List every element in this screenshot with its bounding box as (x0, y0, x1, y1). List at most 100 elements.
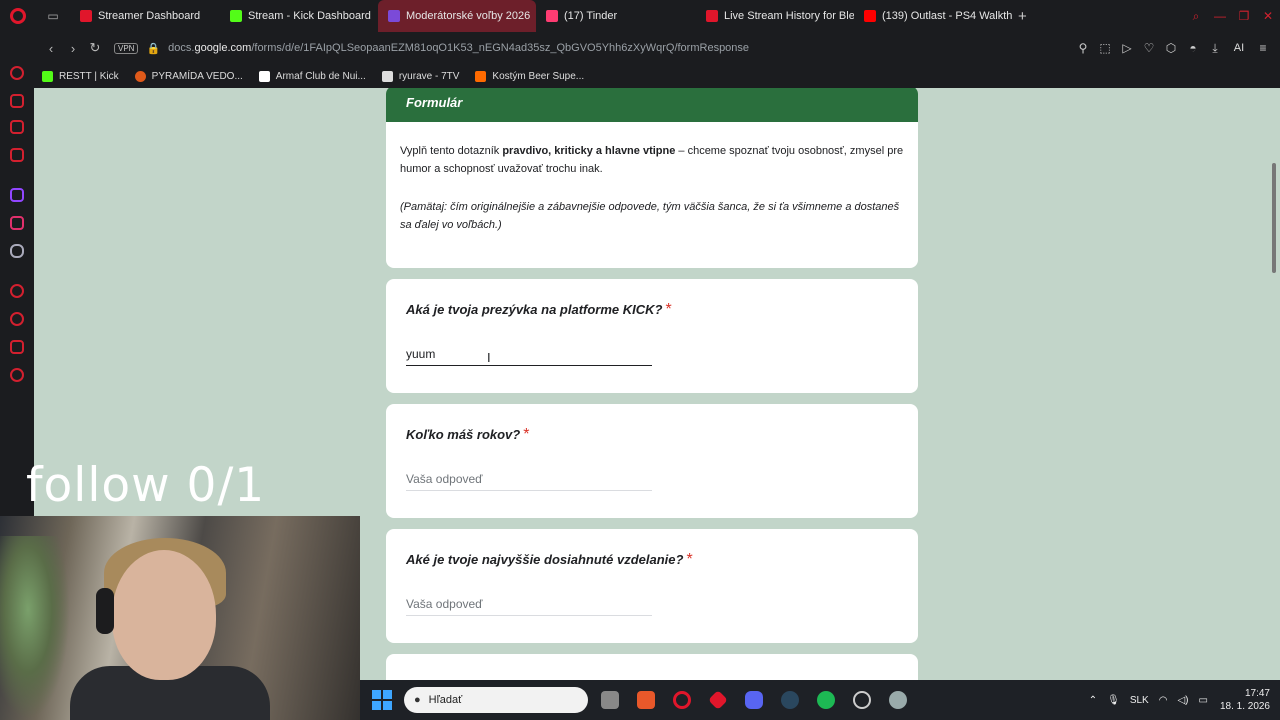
tab-moderator-voting-form[interactable]: Moderátorské voľby 2026 (378, 0, 536, 32)
text-cursor-icon: I (487, 350, 491, 365)
chevron-up-icon[interactable]: ⌃ (1089, 695, 1097, 706)
headset-icon (96, 588, 114, 634)
tab-kick-dashboard[interactable]: Stream - Kick Dashboard (220, 0, 378, 32)
tab-favicon-icon (864, 10, 876, 22)
ai-button[interactable]: AI (1226, 42, 1252, 54)
pyramid-icon (134, 70, 146, 82)
snapshot-icon[interactable]: ⬚ (1094, 41, 1116, 55)
spotify-icon[interactable] (808, 691, 844, 709)
search-tabs-icon[interactable]: ⌕ (1184, 9, 1208, 24)
new-tab-button[interactable]: + (1018, 8, 1027, 25)
discord-icon[interactable] (10, 244, 24, 258)
windows-taskbar: ● Hľadať ⌃ 🎙 SLK ◠ ◁) ▭ 17:47 18. 1. 2026 (360, 680, 1280, 720)
scrollbar-thumb[interactable] (1272, 163, 1276, 273)
education-input[interactable]: Vaša odpoveď (406, 597, 652, 616)
page-scrollbar[interactable] (1268, 88, 1280, 680)
kick-icon (42, 70, 53, 82)
required-mark: * (523, 426, 530, 443)
opera-taskbar-icon[interactable] (664, 691, 700, 709)
tab-streamer-dashboard[interactable]: Streamer Dashboard (70, 0, 220, 32)
question-card-nickname: Aká je tvoja prezývka na platforme KICK?… (386, 279, 918, 393)
windows-start-icon[interactable] (372, 690, 392, 710)
plant-image (0, 536, 70, 720)
question-title: Aká je tvoja prezývka na platforme KICK? (406, 302, 663, 317)
age-input[interactable]: Vaša odpoveď (406, 472, 652, 491)
workspaces-icon[interactable]: ▭ (36, 9, 70, 23)
tab-favicon-icon (80, 10, 92, 22)
bookmark-7tv[interactable]: ryurave - 7TV (381, 70, 459, 82)
tab-bar: ▭ Streamer Dashboard Stream - Kick Dashb… (0, 0, 1280, 32)
nickname-input[interactable]: yuum (406, 347, 652, 366)
discord-taskbar-icon[interactable] (736, 691, 772, 709)
form-section-title: Formulár (386, 88, 918, 122)
7tv-icon (381, 70, 393, 82)
extensions-icon[interactable]: ⬡ (1160, 41, 1182, 55)
steam-icon[interactable] (772, 691, 808, 709)
crypto-wallet-icon[interactable] (10, 94, 24, 108)
tab-favicon-icon (706, 10, 718, 22)
notino-icon (258, 70, 270, 82)
opera-menu-button[interactable] (0, 0, 36, 32)
lock-icon[interactable]: 🔒 (146, 42, 160, 55)
settings-icon[interactable] (10, 368, 24, 382)
mail-icon[interactable] (10, 148, 24, 162)
reload-icon[interactable]: ↻ (84, 40, 106, 56)
bookmarks-bar: RESTT | Kick PYRAMÍDA VEDO... Armaf Club… (0, 64, 1280, 88)
form-header-card: Formulár Vyplň tento dotazník pravdivo, … (386, 88, 918, 268)
history-icon[interactable] (10, 312, 24, 326)
player-sidebar-icon[interactable] (10, 284, 24, 298)
language-indicator[interactable]: SLK (1130, 695, 1149, 706)
battery-icon[interactable]: ▭ (1199, 695, 1208, 706)
bookmark-kostym[interactable]: Kostým Beer Supe... (475, 70, 584, 82)
address-bar: ‹ › ↻ VPN 🔒 docs.google.com/forms/d/e/1F… (0, 32, 1280, 64)
question-card-age: Koľko máš rokov? * Vaša odpoveď (386, 404, 918, 518)
url-field[interactable]: docs.google.com/forms/d/e/1FAIpQLSeopaan… (168, 42, 749, 54)
minimize-icon[interactable]: — (1208, 9, 1232, 23)
download-icon[interactable]: ⤓ (1204, 41, 1226, 56)
clock[interactable]: 17:47 18. 1. 2026 (1220, 687, 1270, 713)
instagram-icon[interactable] (10, 216, 24, 230)
menu-icon[interactable]: ≡ (1252, 41, 1274, 55)
profile-icon[interactable]: ◓ (1182, 41, 1204, 55)
bookmark-armaf[interactable]: Armaf Club de Nui... (258, 70, 366, 82)
question-title: Aké je tvoje najvyššie dosiahnuté vzdela… (406, 552, 684, 567)
maximize-icon[interactable]: ❐ (1232, 9, 1256, 23)
person-head (112, 550, 216, 680)
player-icon[interactable]: ▷ (1116, 41, 1138, 55)
back-icon[interactable]: ‹ (40, 41, 62, 56)
app-orange-icon[interactable] (628, 691, 664, 709)
wifi-icon[interactable]: ◠ (1159, 695, 1168, 706)
follow-goal-overlay: follow 0/1 (26, 458, 266, 513)
opera-logo-icon (10, 8, 26, 24)
pin-icon[interactable]: ⚲ (1072, 41, 1094, 55)
forward-icon[interactable]: › (62, 41, 84, 56)
form-description: Vyplň tento dotazník pravdivo, kriticky … (400, 145, 904, 175)
question-title: Koľko máš rokov? (406, 427, 521, 442)
tab-tinder[interactable]: (17) Tinder (536, 0, 696, 32)
aria-icon[interactable] (10, 66, 24, 80)
shopping-icon[interactable] (10, 120, 24, 134)
close-icon[interactable]: ✕ (1256, 9, 1280, 23)
window-controls: ⌕ — ❐ ✕ (1184, 0, 1280, 32)
volume-icon[interactable]: ◁) (1177, 695, 1188, 706)
taskbar-search-input[interactable]: ● Hľadať (404, 687, 588, 713)
twitch-icon[interactable] (10, 188, 24, 202)
app-red-diamond-icon[interactable] (700, 690, 736, 710)
tab-favicon-icon (230, 10, 242, 22)
bookmark-pyramida[interactable]: PYRAMÍDA VEDO... (134, 70, 243, 82)
tab-live-stream-history[interactable]: Live Stream History for Ble (696, 0, 854, 32)
app-gear-icon[interactable] (844, 691, 880, 709)
microphone-icon[interactable]: 🎙 (1107, 695, 1120, 706)
webcam-feed (0, 516, 360, 720)
vpn-badge[interactable]: VPN (114, 42, 139, 54)
extensions-sidebar-icon[interactable] (10, 340, 24, 354)
form-note: (Pamätaj: čím originálnejšie a zábavnejš… (400, 201, 900, 231)
bookmark-restt-kick[interactable]: RESTT | Kick (42, 70, 119, 82)
question-card-next (386, 654, 918, 680)
tab-youtube-outlast[interactable]: (139) Outlast - PS4 Walkth (854, 0, 1012, 32)
settings-taskbar-icon[interactable] (880, 691, 916, 709)
task-view-icon[interactable] (592, 691, 628, 709)
f-icon (475, 70, 487, 82)
search-icon: ● (414, 694, 421, 706)
heart-icon[interactable]: ♡ (1138, 41, 1160, 55)
